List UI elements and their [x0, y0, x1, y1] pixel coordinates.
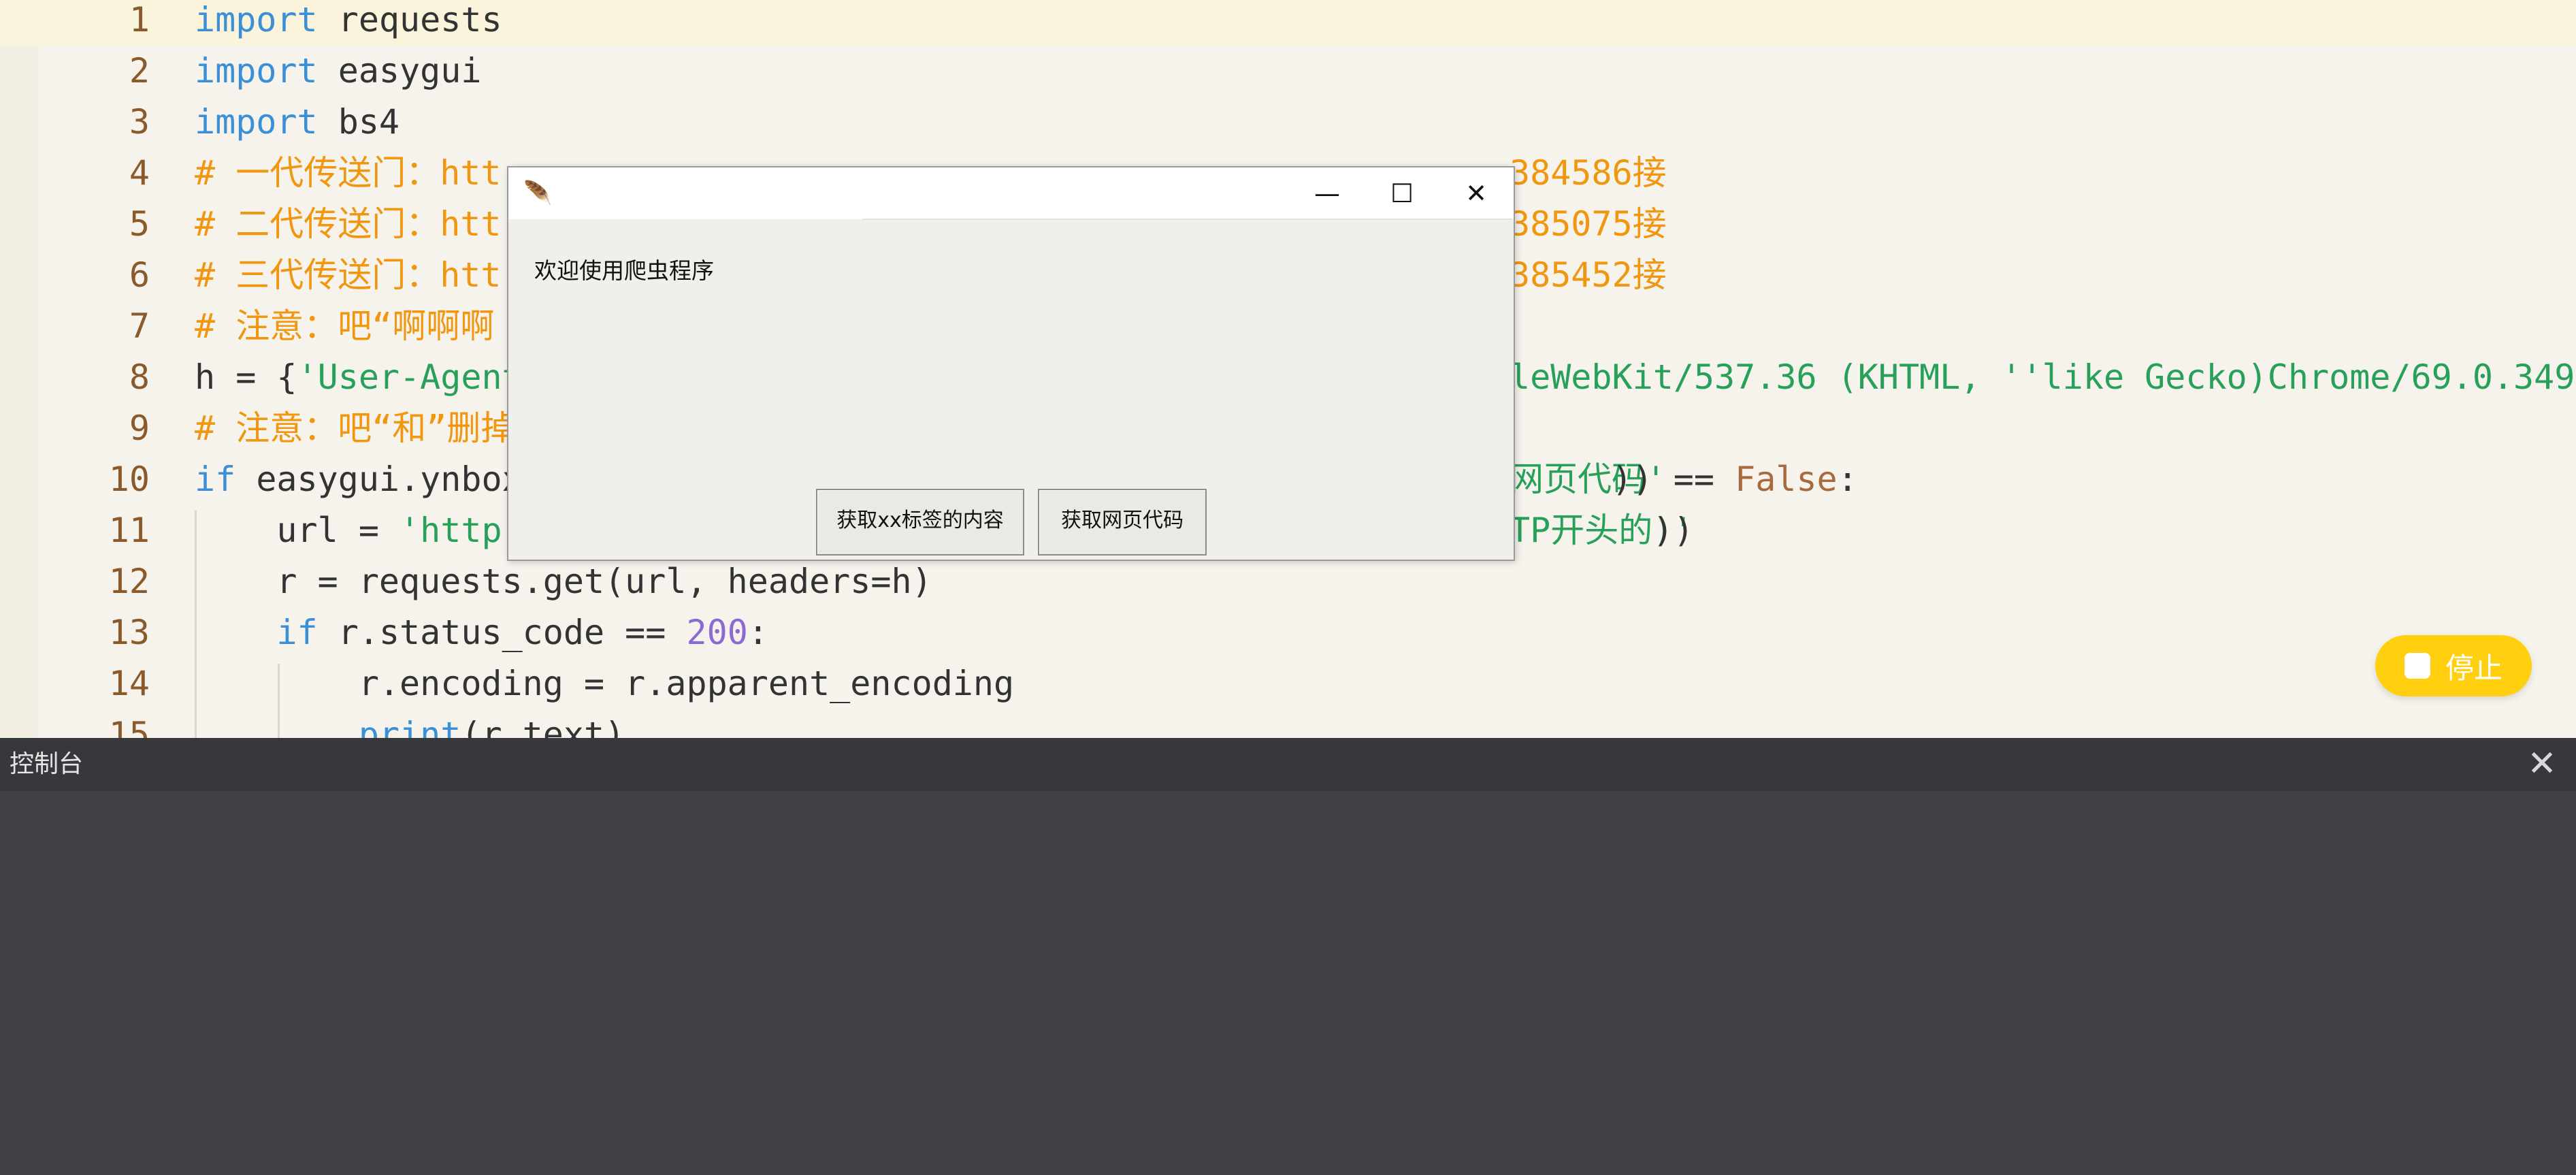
code-text: # 一代传送门：htt 384586接 [195, 148, 1667, 199]
code-token: print [358, 715, 461, 738]
minimize-icon[interactable]: — [1290, 172, 1365, 215]
code-text: url = 'http TP开头的)')) [195, 505, 1694, 556]
code-text: import requests [195, 0, 502, 46]
code-token: url = [195, 511, 400, 550]
code-token: )) == [1612, 460, 1735, 499]
stop-icon [2404, 653, 2430, 679]
line-number: 2 [129, 51, 150, 91]
code-token: # 注意：吧“和”删掉 [195, 408, 515, 448]
code-line[interactable]: 2 import easygui [0, 46, 2576, 97]
dialog-message: 欢迎使用爬虫程序 [534, 257, 714, 284]
code-line[interactable]: 12 r = requests.get(url, headers=h) [0, 556, 2576, 607]
code-text: r.encoding = r.apparent_encoding [195, 658, 1014, 709]
line-number: 12 [108, 562, 150, 601]
code-token: r = requests.get(url, headers=h) [195, 562, 932, 601]
code-line[interactable]: 3 import bs4 [0, 97, 2576, 148]
code-line[interactable]: 13 if r.status_code == 200: [0, 607, 2576, 658]
code-text: print(r.text) [195, 709, 625, 738]
code-text: if easygui.ynbox 网页代码')) == False: [195, 454, 1858, 505]
line-number: 6 [129, 255, 150, 295]
code-token: # 一代传送门：htt [195, 153, 502, 193]
indent-guide [278, 664, 280, 738]
code-text: r = requests.get(url, headers=h) [195, 556, 932, 607]
code-token: False [1735, 460, 1838, 499]
code-token: : [747, 613, 768, 652]
code-token: # 二代传送门：htt [195, 204, 502, 244]
code-text: import bs4 [195, 97, 400, 148]
code-text: import easygui [195, 46, 481, 97]
feather-icon: 🪶 [523, 180, 553, 207]
maximize-icon[interactable]: ☐ [1365, 172, 1439, 215]
line-number: 15 [108, 715, 150, 738]
line-number: 11 [108, 511, 150, 550]
stop-button[interactable]: 停止 [2375, 635, 2532, 696]
line-number: 13 [108, 613, 150, 652]
dialog-titlebar[interactable]: 🪶 — ☐ ✕ [508, 167, 1514, 219]
code-line[interactable]: 1 import requests [0, 0, 2576, 46]
code-token: if [195, 460, 236, 499]
line-number: 5 [129, 204, 150, 244]
code-text: # 三代传送门：htt 385452接 [195, 250, 1667, 301]
line-number: 3 [129, 102, 150, 142]
line-number: 4 [129, 153, 150, 193]
code-text: # 注意：吧“和”删掉 [195, 403, 515, 454]
line-number: 8 [129, 357, 150, 397]
console-title: 控制台 [10, 750, 84, 778]
line-number: 14 [108, 664, 150, 703]
code-token: easygui.ynbox [235, 460, 523, 499]
code-token: import [195, 0, 318, 39]
code-token: 384586接 [1510, 153, 1667, 193]
close-icon[interactable]: ✕ [2523, 745, 2561, 783]
console-output[interactable] [0, 791, 2576, 1175]
code-token: if [276, 613, 318, 652]
code-token: 'http [400, 511, 502, 550]
stop-label: 停止 [2445, 651, 2502, 685]
code-token: (r.text) [461, 715, 625, 738]
code-token: 200 [686, 613, 748, 652]
code-token: requests [317, 0, 502, 39]
code-text: # 注意：吧“啊啊啊 [195, 301, 494, 352]
code-token: r.status_code == [317, 613, 687, 652]
code-token: 'User-Agent [297, 357, 523, 397]
code-token: easygui [317, 51, 482, 91]
code-token: bs4 [317, 102, 400, 142]
line-number: 1 [129, 0, 150, 39]
code-token: leWebKit/537.36 (KHTML, ''like Gecko)Chr… [1510, 357, 2575, 397]
code-token: 385452接 [1510, 255, 1667, 295]
code-text: if r.status_code == 200: [195, 607, 768, 658]
code-token: # 三代传送门：htt [195, 255, 502, 295]
line-number: 9 [129, 408, 150, 448]
code-token: # 注意：吧“啊啊啊 [195, 306, 495, 346]
code-token: h = { [195, 357, 297, 397]
code-line[interactable]: 15 print(r.text) [0, 709, 2576, 738]
line-number: 7 [129, 306, 150, 346]
console-header: 控制台 ✕ [0, 738, 2576, 791]
get-tag-content-button[interactable]: 获取xx标签的内容 [816, 489, 1024, 556]
indent-guide [195, 511, 197, 738]
code-token: r.encoding = r.apparent_encoding [195, 664, 1015, 703]
easygui-dialog: 🪶 — ☐ ✕ 欢迎使用爬虫程序 获取xx标签的内容 获取网页代码 [507, 166, 1515, 561]
code-token: import [195, 102, 318, 142]
line-number: 10 [108, 460, 150, 499]
code-line[interactable]: 14 r.encoding = r.apparent_encoding [0, 658, 2576, 709]
get-page-code-button[interactable]: 获取网页代码 [1038, 489, 1207, 556]
code-token: : [1837, 460, 1858, 499]
code-text: h = {'User-Agent leWebKit/537.36 (KHTML, … [195, 352, 2575, 403]
close-icon[interactable]: ✕ [1439, 172, 1514, 215]
code-token: 385075接 [1510, 204, 1667, 244]
code-token: )) [1652, 511, 1694, 550]
code-token: import [195, 51, 318, 91]
dialog-separator [862, 219, 1512, 220]
console-panel: 控制台 ✕ [0, 738, 2576, 1175]
code-text: # 二代传送门：htt 385075接 [195, 199, 1667, 250]
